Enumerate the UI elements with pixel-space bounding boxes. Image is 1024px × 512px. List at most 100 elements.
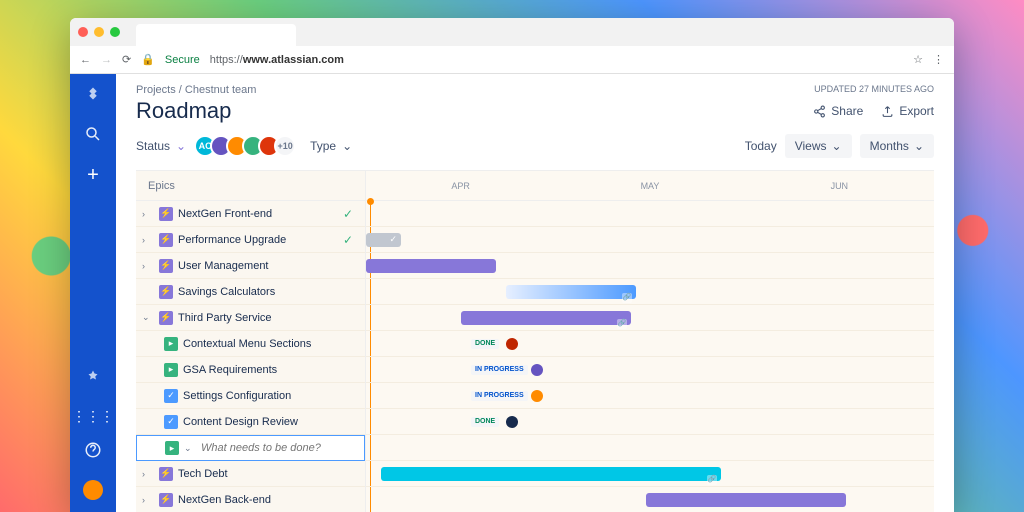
timeline[interactable]: APRMAYJUN ✓🔗🔗DONEIN PROGRESSIN PROGRESSD… [366, 171, 934, 512]
status-filter[interactable]: Status ⌄ [136, 139, 186, 153]
type-filter[interactable]: Type ⌄ [310, 139, 352, 153]
apps-icon[interactable]: ⋮⋮⋮ [72, 408, 114, 425]
close-traffic-light[interactable] [78, 27, 88, 37]
star-icon[interactable]: ☆ [913, 53, 923, 66]
timeline-row[interactable] [366, 435, 934, 461]
month-header: APR [366, 171, 555, 200]
share-button[interactable]: Share [813, 104, 863, 118]
address-bar[interactable]: ← → ⟳ 🔒 Secure https://www.atlassian.com… [70, 46, 954, 74]
timeline-row[interactable]: IN PROGRESS [366, 357, 934, 383]
row-label: Content Design Review [183, 416, 298, 428]
tab-bar [70, 18, 954, 46]
breadcrumb[interactable]: Projects / Chestnut team [136, 84, 256, 96]
forward-icon[interactable]: → [101, 54, 112, 66]
timeline-row[interactable]: ✓ [366, 227, 934, 253]
epic-row[interactable]: ▸⌄ [136, 435, 365, 461]
timeline-row[interactable] [366, 201, 934, 227]
zoom-traffic-light[interactable] [110, 27, 120, 37]
timeline-row[interactable]: 🔗 [366, 461, 934, 487]
row-label: Performance Upgrade [178, 234, 286, 246]
nav-rail: + ⋮⋮⋮ [70, 74, 116, 512]
row-label: Savings Calculators [178, 286, 275, 298]
status-badge: DONE [471, 417, 499, 427]
export-button[interactable]: Export [881, 104, 934, 118]
link-icon[interactable]: 🔗 [622, 293, 632, 303]
new-item-input[interactable] [201, 442, 358, 454]
epic-row[interactable]: ›⚡Performance Upgrade✓ [136, 227, 365, 253]
status-badge: DONE [471, 339, 499, 349]
done-check-icon: ✓ [343, 233, 353, 247]
avatar-more[interactable]: +10 [274, 135, 296, 157]
check-icon: ✓ [389, 234, 397, 245]
secure-label: Secure [165, 54, 200, 66]
assignee-avatar[interactable] [531, 364, 543, 376]
link-icon[interactable]: 🔗 [707, 475, 717, 485]
timeline-row[interactable]: DONE [366, 331, 934, 357]
assignee-avatar[interactable] [531, 390, 543, 402]
chevron-down-icon[interactable]: ⌄ [184, 443, 196, 454]
expand-icon[interactable]: › [142, 261, 154, 271]
expand-icon[interactable]: › [142, 469, 154, 479]
gantt-bar[interactable]: 🔗 [506, 285, 636, 299]
timeline-row[interactable]: 🔗 [366, 305, 934, 331]
notification-icon[interactable] [84, 369, 102, 392]
epic-row[interactable]: › ⚡ Tech Debt [136, 461, 365, 487]
row-label: Tech Debt [178, 468, 228, 480]
avatar-stack[interactable]: AC +10 [200, 135, 296, 157]
epic-icon: ⚡ [159, 311, 173, 325]
expand-icon[interactable]: › [142, 235, 154, 245]
timeline-row[interactable] [366, 487, 934, 512]
epic-row[interactable]: ▸GSA Requirements [136, 357, 365, 383]
epic-row[interactable]: ⌄ ⚡ Third Party Service [136, 305, 365, 331]
timeline-row[interactable]: DONE [366, 409, 934, 435]
views-button[interactable]: Views ⌄ [785, 134, 852, 158]
timeline-row[interactable]: 🔗 [366, 279, 934, 305]
url-text: https://www.atlassian.com [210, 54, 344, 66]
epic-row[interactable]: ▸Contextual Menu Sections [136, 331, 365, 357]
epic-row[interactable]: ›⚡NextGen Front-end✓ [136, 201, 365, 227]
page-title: Roadmap [136, 98, 231, 124]
chevron-down-icon: ⌄ [176, 139, 186, 153]
timeline-row[interactable]: IN PROGRESS [366, 383, 934, 409]
gantt-bar[interactable] [366, 259, 496, 273]
months-button[interactable]: Months ⌄ [860, 134, 934, 158]
reload-icon[interactable]: ⟳ [122, 53, 131, 66]
profile-avatar[interactable] [83, 480, 103, 500]
month-header: MAY [555, 171, 744, 200]
back-icon[interactable]: ← [80, 54, 91, 66]
chevron-down-icon: ⌄ [832, 139, 842, 153]
epic-row[interactable]: ⚡Savings Calculators [136, 279, 365, 305]
row-label: Third Party Service [178, 312, 272, 324]
gantt-bar[interactable]: ✓ [366, 233, 401, 247]
expand-icon[interactable]: › [142, 495, 154, 505]
gantt-bar[interactable]: 🔗 [381, 467, 721, 481]
row-label: Contextual Menu Sections [183, 338, 311, 350]
epic-icon: ⚡ [159, 467, 173, 481]
assignee-avatar[interactable] [506, 338, 518, 350]
status-badge: IN PROGRESS [471, 391, 528, 401]
minimize-traffic-light[interactable] [94, 27, 104, 37]
link-icon[interactable]: 🔗 [617, 319, 627, 329]
done-check-icon: ✓ [343, 207, 353, 221]
epic-row[interactable]: ›⚡NextGen Back-end [136, 487, 365, 512]
expand-icon[interactable]: ⌄ [142, 312, 154, 323]
today-button[interactable]: Today [745, 134, 777, 158]
help-icon[interactable] [84, 441, 102, 464]
updated-label: UPDATED 27 MINUTES AGO [814, 84, 934, 96]
task-icon: ✓ [164, 389, 178, 403]
epic-row[interactable]: ✓Content Design Review [136, 409, 365, 435]
epic-row[interactable]: ✓Settings Configuration [136, 383, 365, 409]
assignee-avatar[interactable] [506, 416, 518, 428]
jira-logo-icon[interactable] [84, 86, 102, 109]
search-icon[interactable] [84, 125, 102, 148]
menu-icon[interactable]: ⋮ [933, 53, 944, 66]
timeline-row[interactable] [366, 253, 934, 279]
gantt-bar[interactable] [646, 493, 846, 507]
chevron-down-icon: ⌄ [342, 139, 352, 153]
expand-icon[interactable]: › [142, 209, 154, 219]
create-icon[interactable]: + [87, 164, 99, 187]
epic-row[interactable]: ›⚡User Management [136, 253, 365, 279]
lock-icon: 🔒 [141, 53, 155, 66]
gantt-bar[interactable]: 🔗 [461, 311, 631, 325]
browser-tab[interactable] [136, 24, 296, 46]
